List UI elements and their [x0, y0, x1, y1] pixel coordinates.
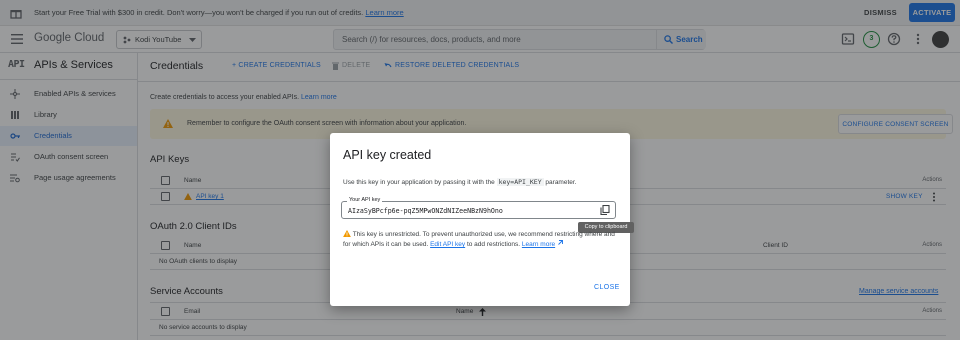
unrestricted-warning: This key is unrestricted. To prevent una…: [343, 230, 615, 248]
dialog-title: API key created: [343, 148, 432, 162]
api-key-field-label: Your API key: [347, 197, 383, 203]
edit-api-key-link[interactable]: Edit API key: [430, 241, 465, 248]
api-key-param-code: key=API_KEY: [496, 178, 544, 186]
dialog-description: Use this key in your application by pass…: [343, 178, 577, 186]
api-key-created-dialog: API key created Use this key in your app…: [330, 133, 634, 306]
dialog-learn-more-link[interactable]: Learn more: [522, 241, 555, 248]
close-button[interactable]: CLOSE: [594, 284, 620, 291]
copy-icon[interactable]: [600, 205, 610, 215]
api-key-field[interactable]: Your API key AIzaSyBPcfp6e-pqZ5MPwONZdNI…: [341, 197, 616, 219]
api-key-value[interactable]: AIzaSyBPcfp6e-pqZ5MPwONZdNIZeeNBzN9hOno: [348, 207, 503, 215]
warning-icon: [343, 230, 351, 237]
external-link-icon: [558, 240, 563, 245]
